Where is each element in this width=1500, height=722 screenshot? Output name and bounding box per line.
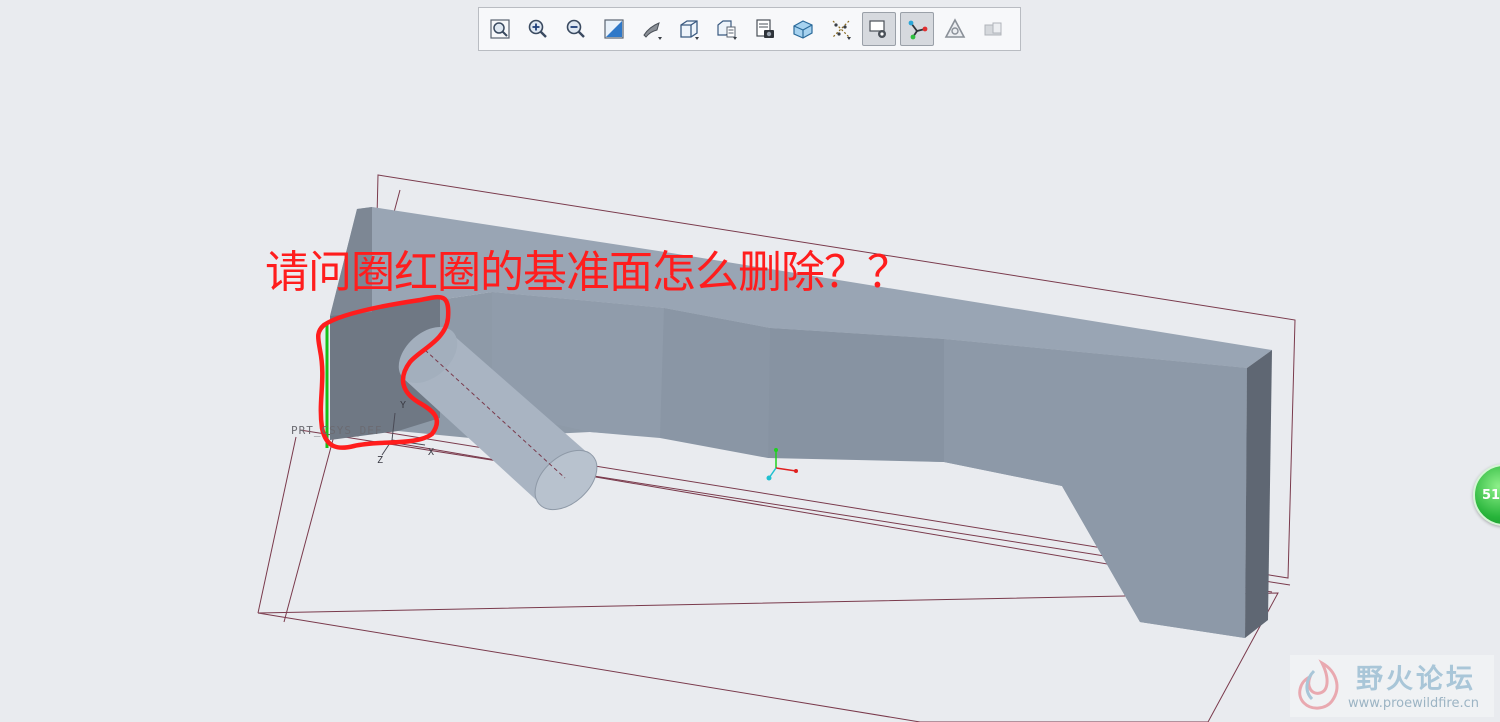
named-views-button[interactable] [710, 12, 744, 46]
part-right-face[interactable] [1245, 350, 1272, 638]
spin-center-display-icon [908, 20, 928, 40]
zoom-in-icon [528, 19, 547, 38]
named-views-icon [717, 20, 738, 40]
zoom-fit-button[interactable] [483, 12, 517, 46]
repaint-button[interactable] [597, 12, 631, 46]
zoom-out-icon [566, 19, 585, 38]
part-face-band-2 [660, 308, 770, 458]
display-style-button[interactable] [786, 12, 820, 46]
layer-button[interactable] [976, 12, 1010, 46]
axis-y-label: Y [400, 400, 407, 411]
saved-orientations-icon [680, 20, 700, 40]
datum-plane-top[interactable] [257, 592, 1279, 722]
axis-x-label: X [428, 447, 435, 458]
flame-logo-icon [1298, 659, 1339, 710]
csys-label: PRT_CSYS_DEF [291, 424, 383, 437]
zoom-fit-icon [490, 19, 510, 39]
saved-orientations-button[interactable] [672, 12, 706, 46]
part-face-band-3 [768, 328, 944, 462]
view-toolbar [478, 7, 1021, 51]
annotation-display-icon [869, 20, 886, 38]
part-face-band-4 [944, 339, 1247, 638]
display-style-icon [793, 20, 813, 39]
watermark-url: www.proewildfire.cn [1348, 696, 1479, 711]
datum-display-icon [832, 20, 852, 40]
spin-center-icon [642, 22, 662, 40]
spin-center-display-button[interactable] [899, 12, 934, 46]
view-manager-button[interactable] [748, 12, 782, 46]
watermark-title: 野火论坛 [1356, 664, 1476, 695]
datum-display-button[interactable] [824, 12, 858, 46]
view-manager-icon [756, 19, 775, 38]
appearance-button[interactable] [938, 12, 972, 46]
annotation-display-button[interactable] [861, 12, 896, 46]
spin-center-button[interactable] [635, 12, 669, 46]
badge-count: 51 [1482, 487, 1500, 503]
appearance-icon [944, 18, 966, 38]
zoom-in-button[interactable] [521, 12, 555, 46]
layer-icon [984, 22, 1002, 36]
annotation-question: 请问圈红圈的基准面怎么删除？？ [265, 247, 911, 298]
axis-z-label: Z [377, 455, 384, 466]
zoom-out-button[interactable] [559, 12, 593, 46]
model-viewport[interactable] [0, 0, 1500, 722]
graphics-window[interactable]: 请问圈红圈的基准面怎么删除？？ PRT_CSYS_DEF X Y Z 51 野火… [0, 0, 1500, 722]
repaint-icon [604, 19, 624, 39]
forum-watermark: 野火论坛 www.proewildfire.cn [1290, 655, 1494, 717]
